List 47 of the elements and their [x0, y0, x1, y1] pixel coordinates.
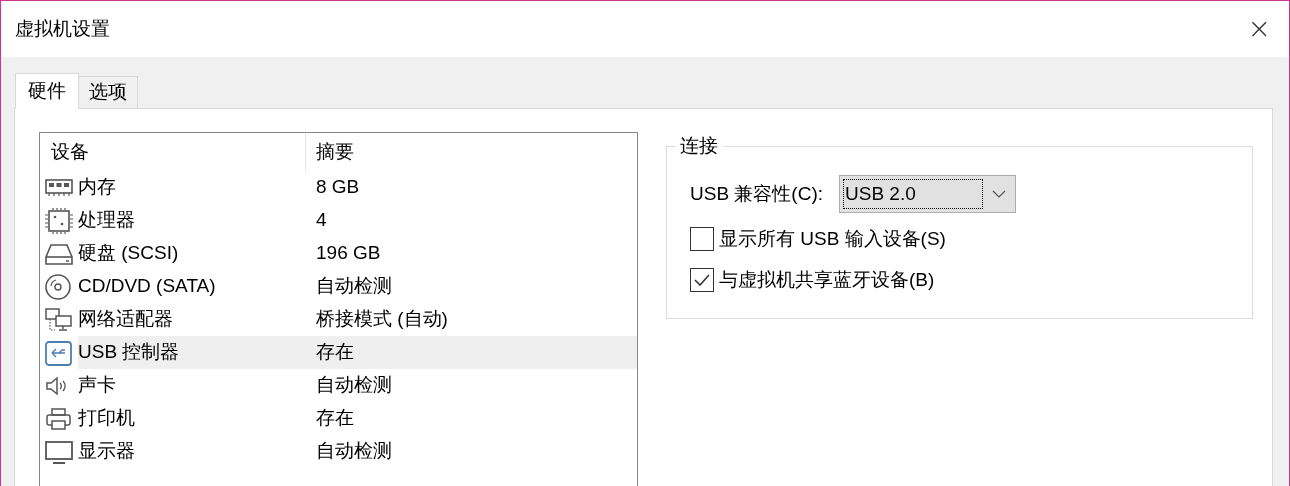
device-row[interactable]: 网络适配器 桥接模式 (自动) [78, 303, 637, 336]
checkbox[interactable] [690, 267, 714, 292]
device-summary: 存在 [315, 340, 355, 365]
usb-compat-dropdown[interactable]: USB 2.0 [839, 175, 1016, 213]
tab[interactable]: 硬件 [15, 73, 79, 109]
device-summary: 存在 [315, 406, 355, 431]
column-header[interactable]: 摘要 [306, 133, 637, 171]
device-summary: 196 GB [315, 241, 382, 266]
device-row[interactable]: 处理器 4 [78, 204, 637, 237]
column-header[interactable]: 设备 [40, 133, 306, 171]
device-row[interactable]: 声卡 自动检测 [78, 369, 637, 402]
printer-icon [44, 405, 74, 432]
device-name: 声卡 [78, 373, 117, 398]
window-title: 虚拟机设置 [15, 16, 110, 41]
checkbox[interactable] [690, 227, 714, 252]
device-row[interactable]: USB 控制器 存在 [78, 336, 637, 369]
checkbox-label: 与虚拟机共享蓝牙设备(B) [719, 267, 935, 292]
device-name: 内存 [78, 175, 117, 200]
device-name: 硬盘 (SCSI) [78, 241, 180, 266]
device-row[interactable]: 打印机 存在 [78, 402, 637, 435]
device-row[interactable]: 硬盘 (SCSI) 196 GB [78, 237, 637, 270]
device-name: 打印机 [78, 406, 136, 431]
device-name: USB 控制器 [78, 340, 181, 365]
device-name: 显示器 [78, 439, 136, 464]
tab[interactable]: 选项 [79, 76, 138, 108]
chevron-down-icon [992, 190, 1006, 198]
device-summary: 桥接模式 (自动) [315, 307, 449, 332]
chip-icon [44, 207, 74, 234]
device-summary: 自动检测 [315, 373, 393, 398]
device-summary: 自动检测 [315, 439, 393, 464]
usb-icon [44, 339, 74, 366]
monitor-icon [44, 438, 74, 465]
network-monitors-icon [44, 306, 74, 333]
device-row[interactable]: 内存 8 GB [78, 171, 637, 204]
disc-icon [44, 273, 74, 300]
device-summary: 8 GB [315, 175, 361, 200]
checkmark-icon [694, 273, 710, 286]
device-name: CD/DVD (SATA) [78, 274, 217, 299]
device-row[interactable]: 显示器 自动检测 [78, 435, 637, 468]
device-name: 处理器 [78, 208, 136, 233]
device-name: 网络适配器 [78, 307, 174, 332]
device-row[interactable]: CD/DVD (SATA) 自动检测 [78, 270, 637, 303]
checkbox-label: 显示所有 USB 输入设备(S) [719, 227, 946, 251]
field-label: USB 兼容性(C): [690, 181, 823, 206]
device-summary: 4 [315, 208, 328, 233]
close-button[interactable]: × [1247, 15, 1271, 43]
device-summary: 自动检测 [315, 274, 393, 299]
